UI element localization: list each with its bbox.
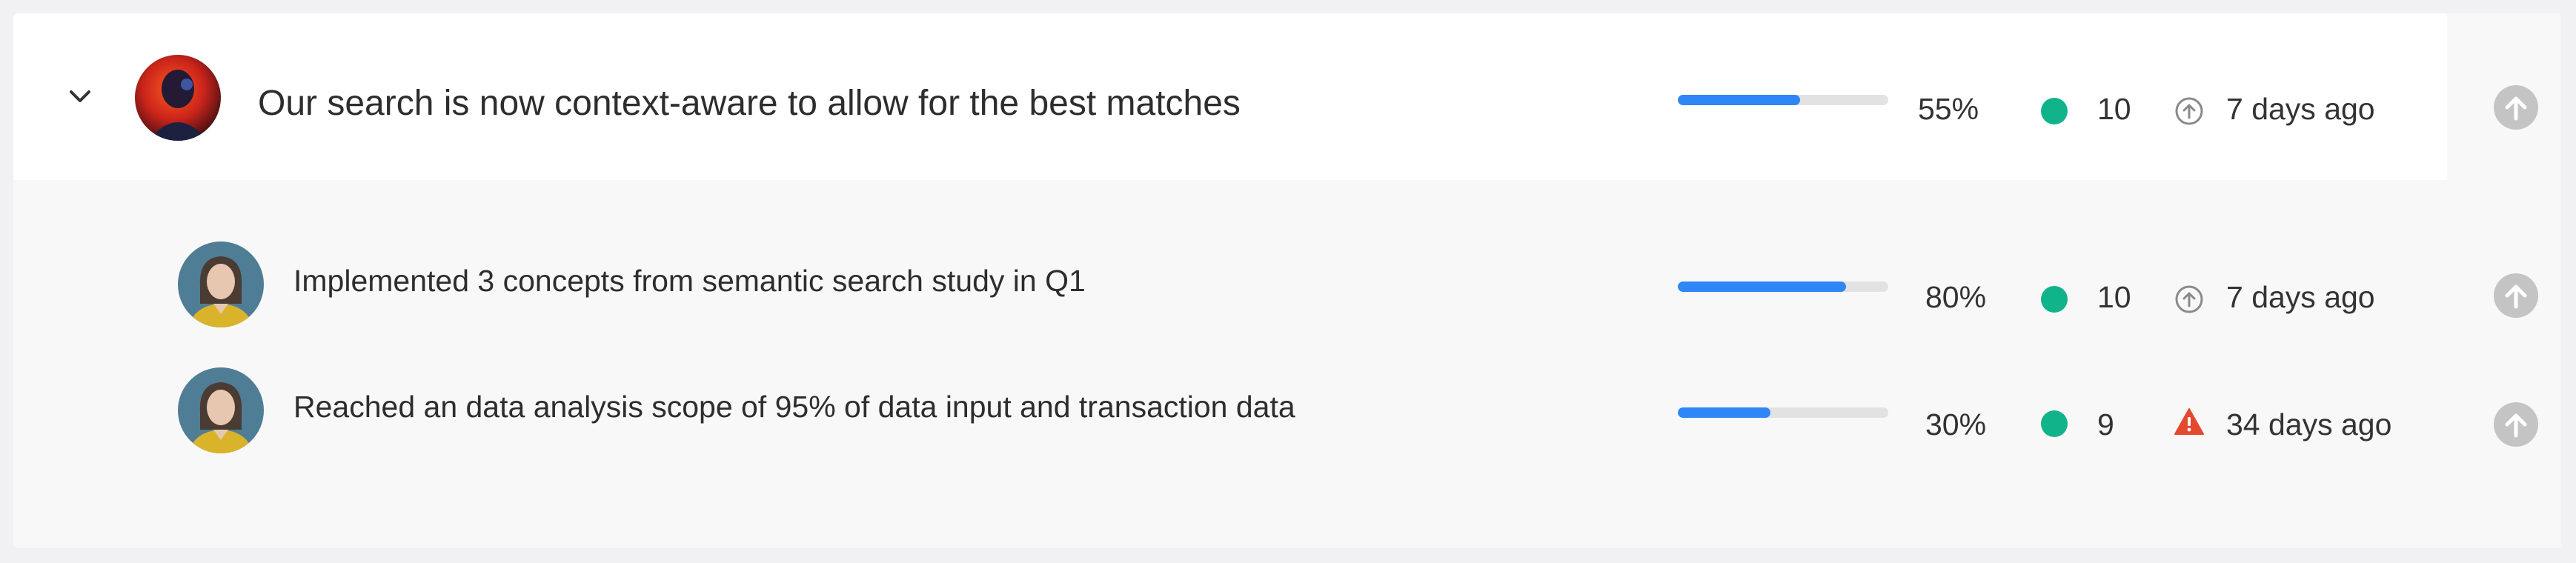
arrow-up-circle-icon	[2175, 285, 2203, 313]
objective-title[interactable]: Our search is now context-aware to allow…	[258, 83, 1241, 124]
progress-bar-fill	[1678, 95, 1800, 105]
progress-bar	[1678, 282, 1888, 292]
objective-card: Our search is now context-aware to allow…	[13, 13, 2561, 548]
status-dot	[2041, 410, 2068, 437]
last-update-time: 34 days ago	[2226, 407, 2392, 442]
upvote-button[interactable]	[2493, 84, 2539, 130]
status-dot	[2041, 286, 2068, 313]
key-result-title[interactable]: Reached an data analysis scope of 95% of…	[293, 390, 1295, 424]
progress-bar-fill	[1678, 407, 1770, 418]
upvote-button[interactable]	[2493, 273, 2539, 319]
chevron-down-icon[interactable]	[67, 86, 93, 107]
check-in-count: 9	[2097, 407, 2114, 442]
last-update-time: 7 days ago	[2226, 280, 2375, 314]
arrow-up-circle-icon	[2175, 97, 2203, 125]
status-dot	[2041, 98, 2068, 124]
progress-bar	[1678, 95, 1888, 105]
progress-percent: 30%	[1925, 407, 1987, 442]
objective-row[interactable]: Our search is now context-aware to allow…	[13, 13, 2447, 180]
progress-bar	[1678, 407, 1888, 418]
progress-percent: 80%	[1925, 280, 1987, 314]
last-update-time: 7 days ago	[2226, 92, 2375, 126]
upvote-button[interactable]	[2493, 402, 2539, 447]
progress-percent: 55%	[1918, 92, 1979, 126]
key-result-title[interactable]: Implemented 3 concepts from semantic sea…	[293, 264, 1086, 299]
avatar	[135, 55, 221, 141]
warning-triangle-icon	[2174, 408, 2204, 435]
check-in-count: 10	[2097, 92, 2131, 126]
check-in-count: 10	[2097, 280, 2131, 314]
avatar	[178, 367, 264, 453]
avatar	[178, 241, 264, 327]
progress-bar-fill	[1678, 282, 1847, 292]
